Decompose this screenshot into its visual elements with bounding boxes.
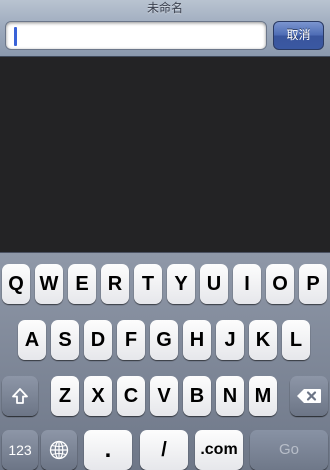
key-q[interactable]: Q bbox=[2, 264, 30, 304]
globe-key[interactable] bbox=[41, 430, 77, 470]
key-r[interactable]: R bbox=[101, 264, 129, 304]
key-u[interactable]: U bbox=[200, 264, 228, 304]
key-k[interactable]: K bbox=[249, 320, 277, 360]
slash-key[interactable]: / bbox=[140, 430, 188, 470]
search-input[interactable] bbox=[12, 25, 262, 47]
key-x[interactable]: X bbox=[84, 376, 112, 416]
key-m[interactable]: M bbox=[249, 376, 277, 416]
key-i[interactable]: I bbox=[233, 264, 261, 304]
delete-key[interactable] bbox=[290, 376, 328, 416]
key-v[interactable]: V bbox=[150, 376, 178, 416]
key-a[interactable]: A bbox=[18, 320, 46, 360]
key-n[interactable]: N bbox=[216, 376, 244, 416]
top-bar: 未命名 取消 bbox=[0, 0, 330, 57]
numbers-key[interactable]: 123 bbox=[2, 430, 38, 470]
key-s[interactable]: S bbox=[51, 320, 79, 360]
key-b[interactable]: B bbox=[183, 376, 211, 416]
shift-arrow-icon bbox=[12, 388, 28, 404]
key-j[interactable]: J bbox=[216, 320, 244, 360]
key-f[interactable]: F bbox=[117, 320, 145, 360]
keyboard: Q W E R T Y U I O P A S D F G H J K L Z … bbox=[0, 252, 330, 470]
key-d[interactable]: D bbox=[84, 320, 112, 360]
shift-key[interactable] bbox=[2, 376, 38, 416]
key-z[interactable]: Z bbox=[51, 376, 79, 416]
go-key[interactable]: Go bbox=[250, 430, 328, 470]
backspace-icon bbox=[297, 389, 321, 403]
key-h[interactable]: H bbox=[183, 320, 211, 360]
page-title: 未命名 bbox=[146, 1, 183, 15]
content-area bbox=[0, 58, 330, 252]
text-caret bbox=[14, 27, 17, 46]
key-t[interactable]: T bbox=[134, 264, 162, 304]
key-g[interactable]: G bbox=[150, 320, 178, 360]
search-field[interactable] bbox=[5, 21, 267, 50]
key-l[interactable]: L bbox=[282, 320, 310, 360]
period-key[interactable]: . bbox=[84, 430, 132, 470]
globe-icon bbox=[49, 440, 69, 460]
key-e[interactable]: E bbox=[68, 264, 96, 304]
key-o[interactable]: O bbox=[266, 264, 294, 304]
cancel-button[interactable]: 取消 bbox=[273, 21, 324, 50]
key-y[interactable]: Y bbox=[167, 264, 195, 304]
key-c[interactable]: C bbox=[117, 376, 145, 416]
key-w[interactable]: W bbox=[35, 264, 63, 304]
dotcom-key[interactable]: .com bbox=[195, 430, 243, 470]
key-p[interactable]: P bbox=[299, 264, 327, 304]
